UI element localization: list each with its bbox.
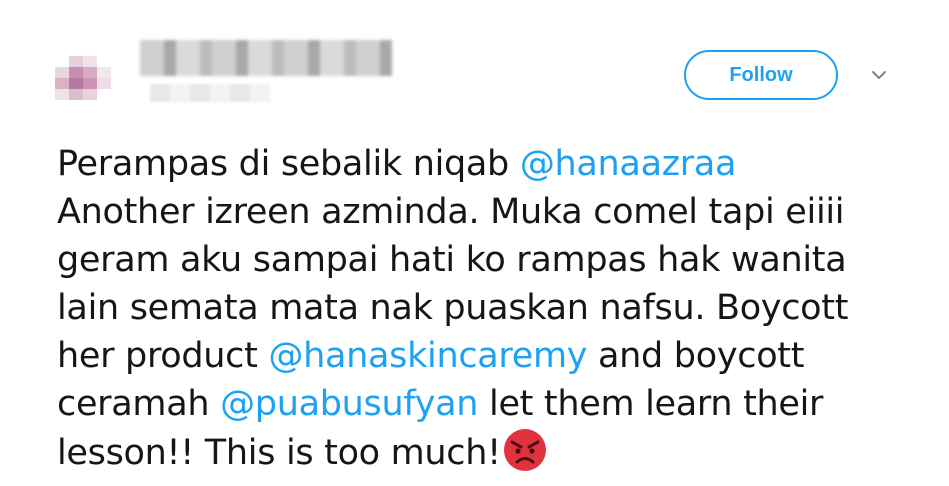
tweet-text-segment: lain semata mata nak puaskan nafsu. Boyc…	[57, 288, 849, 328]
chevron-down-icon[interactable]	[872, 68, 886, 82]
tweet-text: Perampas di sebalik niqab @hanaazraa Ano…	[57, 140, 917, 477]
tweet-line: lesson!! This is too much!	[57, 428, 917, 477]
tweet-line: her product @hanaskincaremy and boycott	[57, 332, 917, 380]
redacted-username[interactable]	[150, 84, 270, 102]
tweet-line: Perampas di sebalik niqab @hanaazraa	[57, 140, 917, 188]
mention-link[interactable]: @hanaazraa	[520, 144, 737, 184]
tweet-line: Another izreen azminda. Muka comel tapi …	[57, 188, 917, 236]
tweet-line: geram aku sampai hati ko rampas hak wani…	[57, 236, 917, 284]
tweet-text-segment: Perampas di sebalik niqab	[57, 144, 520, 184]
mention-link[interactable]: @hanaskincaremy	[268, 336, 587, 376]
redacted-display-name[interactable]	[140, 40, 392, 76]
tweet-line: ceramah @puabusufyan let them learn thei…	[57, 380, 917, 428]
avatar[interactable]	[55, 56, 111, 100]
mention-link[interactable]: @puabusufyan	[220, 384, 478, 424]
tweet-text-segment: geram aku sampai hati ko rampas hak wani…	[57, 240, 847, 280]
tweet-text-segment: and boycott	[587, 336, 805, 376]
tweet-line: lain semata mata nak puaskan nafsu. Boyc…	[57, 284, 917, 332]
tweet-text-segment: Another izreen azminda. Muka comel tapi …	[57, 192, 845, 232]
tweet-header: Follow	[0, 0, 949, 130]
follow-button[interactable]: Follow	[684, 50, 838, 100]
tweet-text-segment: lesson!! This is too much!	[57, 433, 501, 473]
follow-button-label: Follow	[729, 63, 793, 86]
angry-face-icon	[503, 429, 546, 471]
tweet-text-segment: let them learn their	[478, 384, 824, 424]
tweet-text-segment: her product	[57, 336, 269, 376]
tweet-text-segment: ceramah	[57, 384, 221, 424]
